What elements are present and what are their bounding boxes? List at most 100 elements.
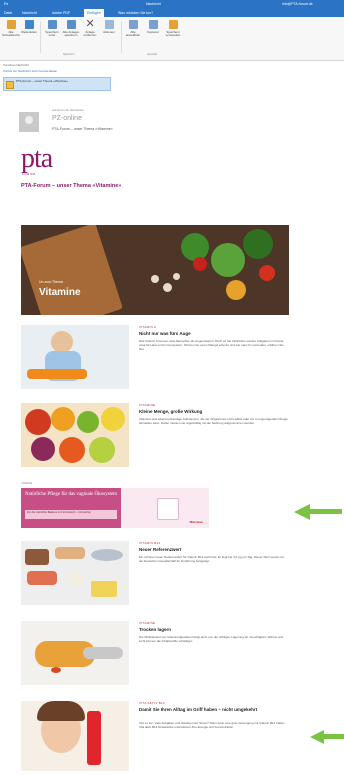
save-all-attachments-button[interactable]: Alle Anlagen speichern	[62, 20, 80, 38]
ad-headline: Natürliche Pflege für das vaginale Ökosy…	[25, 492, 118, 497]
annotation-arrow	[310, 730, 344, 744]
flag-icon	[6, 20, 16, 29]
hair	[37, 701, 85, 721]
carrots	[27, 369, 87, 379]
article-kicker: VITAMIN B12	[139, 541, 161, 545]
ribbon-group-label: Speichern	[63, 53, 75, 56]
window-titlebar: E▾ Nachricht info@PTA-forum.de	[0, 0, 344, 9]
ribbon: Alle Schnellsuche Weiterleiten Speichern…	[0, 17, 344, 61]
vegetable	[181, 233, 209, 261]
article-title[interactable]: Kleine Menge, große Wirkung	[139, 409, 202, 414]
pta-logo[interactable]: pta	[21, 145, 53, 173]
mushroom	[163, 283, 172, 292]
article-teaser: Die Wirksamkeit von Vitaminpräparaten hä…	[139, 635, 284, 643]
select-all-button[interactable]: Alle auswählen	[124, 20, 142, 38]
arrow-head	[294, 504, 310, 520]
copy-button[interactable]: Kopieren	[144, 20, 162, 34]
window-title: Nachricht	[146, 2, 161, 6]
export-button[interactable]: Speichern verwenden	[164, 20, 182, 38]
options-icon	[104, 20, 114, 29]
hero-kicker: Un zum Thema	[39, 280, 63, 284]
fruit	[77, 411, 99, 433]
ad-label: ANZEIGE	[21, 482, 33, 485]
arrow-shaft	[324, 734, 344, 739]
pill	[51, 667, 61, 673]
avatar	[19, 112, 39, 132]
article-title[interactable]: Trocken lagern	[139, 627, 171, 632]
food	[55, 547, 85, 559]
fruit	[101, 407, 125, 431]
ribbon-tabs: Datei Nachricht Adobe PDF Einfügen Was m…	[0, 9, 344, 17]
article-thumbnail	[21, 701, 129, 771]
article-title[interactable]: Nicht nur was fürs Auge	[139, 331, 191, 336]
save-as-button[interactable]: Speichern unter	[43, 20, 61, 38]
article-kicker: VITAMIN A	[139, 325, 157, 329]
tell-me-search[interactable]: Was möchten Sie tun?	[118, 11, 153, 15]
annotation-arrow	[294, 504, 342, 520]
fruit	[59, 437, 85, 463]
article-thumbnail	[21, 541, 129, 605]
attach-save-icon	[66, 20, 76, 29]
article-item[interactable]: VITAMIN B12 Neuer Referenzwert Ein schön…	[21, 541, 291, 605]
cutting-board	[21, 225, 123, 315]
ribbon-group-label: Auswahl	[147, 53, 157, 56]
article-kicker: VITAMINE	[139, 621, 156, 625]
hero-image[interactable]: Un zum Thema Vitamine	[21, 225, 289, 315]
message-actions-link[interactable]: Zurück zur Nachricht Jetzt herunterladen	[3, 69, 57, 73]
forward-button[interactable]: Weiterleiten	[20, 20, 38, 34]
message-info: Vorschau Nachricht	[3, 63, 30, 67]
forward-icon	[24, 20, 34, 29]
tab-nachricht[interactable]: Nachricht	[22, 11, 37, 15]
mushroom	[151, 275, 159, 283]
ribbon-separator	[121, 21, 122, 53]
vegetable	[243, 229, 273, 259]
pepper	[226, 280, 246, 300]
fruit	[25, 409, 51, 435]
ad-subline: Für die natürliche Balance im Intimberei…	[25, 510, 117, 519]
article-teaser: Viel zu tun, viele Aufgaben und ständig …	[139, 721, 286, 729]
newsletter-headline: PTA-Forum – unser Thema «Vitamine»	[21, 183, 122, 189]
tab-einfuegen[interactable]: Einfügen	[84, 9, 104, 17]
article-title[interactable]: Damit Sie Ihren Alltag im Griff haben – …	[139, 707, 257, 712]
tomato	[259, 265, 275, 281]
article-kicker: VITAMINE	[139, 403, 156, 407]
export-icon	[168, 20, 178, 29]
arrow-head	[310, 730, 324, 744]
quick-access-toolbar[interactable]: E▾	[4, 2, 8, 6]
fruit	[31, 437, 55, 461]
article-item[interactable]: VITA AKTIV B12 Damit Sie Ihren Alltag im…	[21, 701, 291, 771]
spoon	[83, 647, 123, 659]
remove-attachment-button[interactable]: ✕ Anlage entfernen	[81, 18, 99, 38]
hero-title: Vitamine	[39, 287, 81, 298]
attachment-item[interactable]: PTA-Forum – unser Thema «Vitamine»	[3, 77, 111, 91]
product-bottle	[87, 711, 101, 765]
tab-datei[interactable]: Datei	[4, 11, 12, 15]
mushroom	[173, 273, 180, 280]
article-kicker: VITA AKTIV B12	[139, 701, 165, 705]
article-teaser: Vitamine sind lebensnotwendige Substanze…	[139, 417, 288, 425]
article-item[interactable]: VITAMINE Trocken lagern Die Wirksamkeit …	[21, 621, 291, 685]
article-teaser: Das Vitamin A kennen viele Menschen als …	[139, 339, 285, 351]
fruit	[51, 407, 75, 431]
ribbon-button-6[interactable]: Aktionen	[100, 20, 118, 34]
article-title[interactable]: Neuer Referenzwert	[139, 547, 181, 552]
email-subject: PTA-Forum – unser Thema «Vitamine»	[52, 127, 113, 131]
ribbon-button-1[interactable]: Alle Schnellsuche	[2, 20, 20, 38]
tomato	[193, 257, 207, 271]
article-thumbnail	[21, 403, 129, 467]
vegetable	[211, 243, 245, 277]
article-item[interactable]: VITAMIN A Nicht nur was fürs Auge Das Vi…	[21, 325, 291, 389]
article-teaser: Ein schöner neuer Referenzwert für Vitam…	[139, 555, 285, 563]
attachment-icon	[6, 81, 14, 89]
delete-icon: ✕	[85, 18, 95, 30]
article-item[interactable]: VITAMINE Kleine Menge, große Wirkung Vit…	[21, 403, 291, 467]
sender-name[interactable]: PZ-online	[52, 115, 82, 122]
sender-meta: pta-forum.de Newsletter	[52, 108, 85, 112]
account-label: info@PTA-forum.de	[282, 2, 313, 6]
cheese	[91, 581, 117, 597]
attachment-name: PTA-Forum – unser Thema «Vitamine»	[16, 79, 69, 83]
select-all-icon	[128, 20, 138, 29]
tab-adobe-pdf[interactable]: Adobe PDF	[52, 11, 70, 15]
arrow-shaft	[310, 509, 342, 514]
ad-banner[interactable]: Natürliche Pflege für das vaginale Ökosy…	[21, 488, 209, 528]
